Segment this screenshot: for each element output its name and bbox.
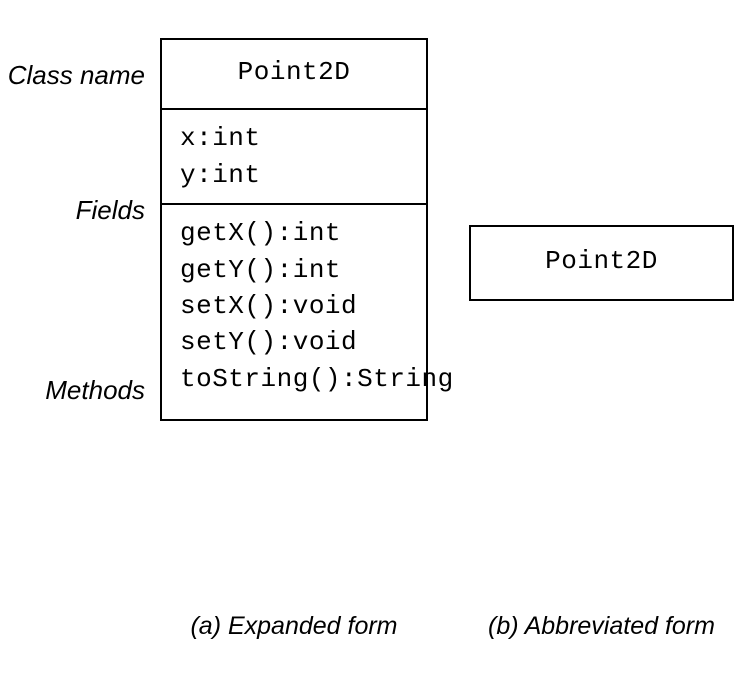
label-methods: Methods xyxy=(0,375,145,406)
uml-method: setY():void xyxy=(180,324,408,360)
uml-method: toString():String xyxy=(180,361,408,397)
uml-method: getX():int xyxy=(180,215,408,251)
caption-a: (a) Expanded form xyxy=(160,612,428,641)
uml-expanded-methods: getX():int getY():int setX():void setY()… xyxy=(162,203,426,419)
uml-expanded-fields: x:int y:int xyxy=(162,108,426,203)
uml-field: y:int xyxy=(180,157,408,193)
uml-field: x:int xyxy=(180,120,408,156)
uml-abbreviated-class-name: Point2D xyxy=(471,227,732,299)
uml-method: setX():void xyxy=(180,288,408,324)
diagram-canvas: Class name Fields Methods Point2D x:int … xyxy=(0,0,755,675)
uml-abbreviated-box: Point2D xyxy=(469,225,734,301)
label-class-name: Class name xyxy=(0,60,145,91)
uml-expanded-box: Point2D x:int y:int getX():int getY():in… xyxy=(160,38,428,421)
label-fields: Fields xyxy=(0,195,145,226)
uml-method: getY():int xyxy=(180,252,408,288)
caption-b: (b) Abbreviated form xyxy=(469,612,734,641)
uml-expanded-class-name: Point2D xyxy=(162,40,426,108)
